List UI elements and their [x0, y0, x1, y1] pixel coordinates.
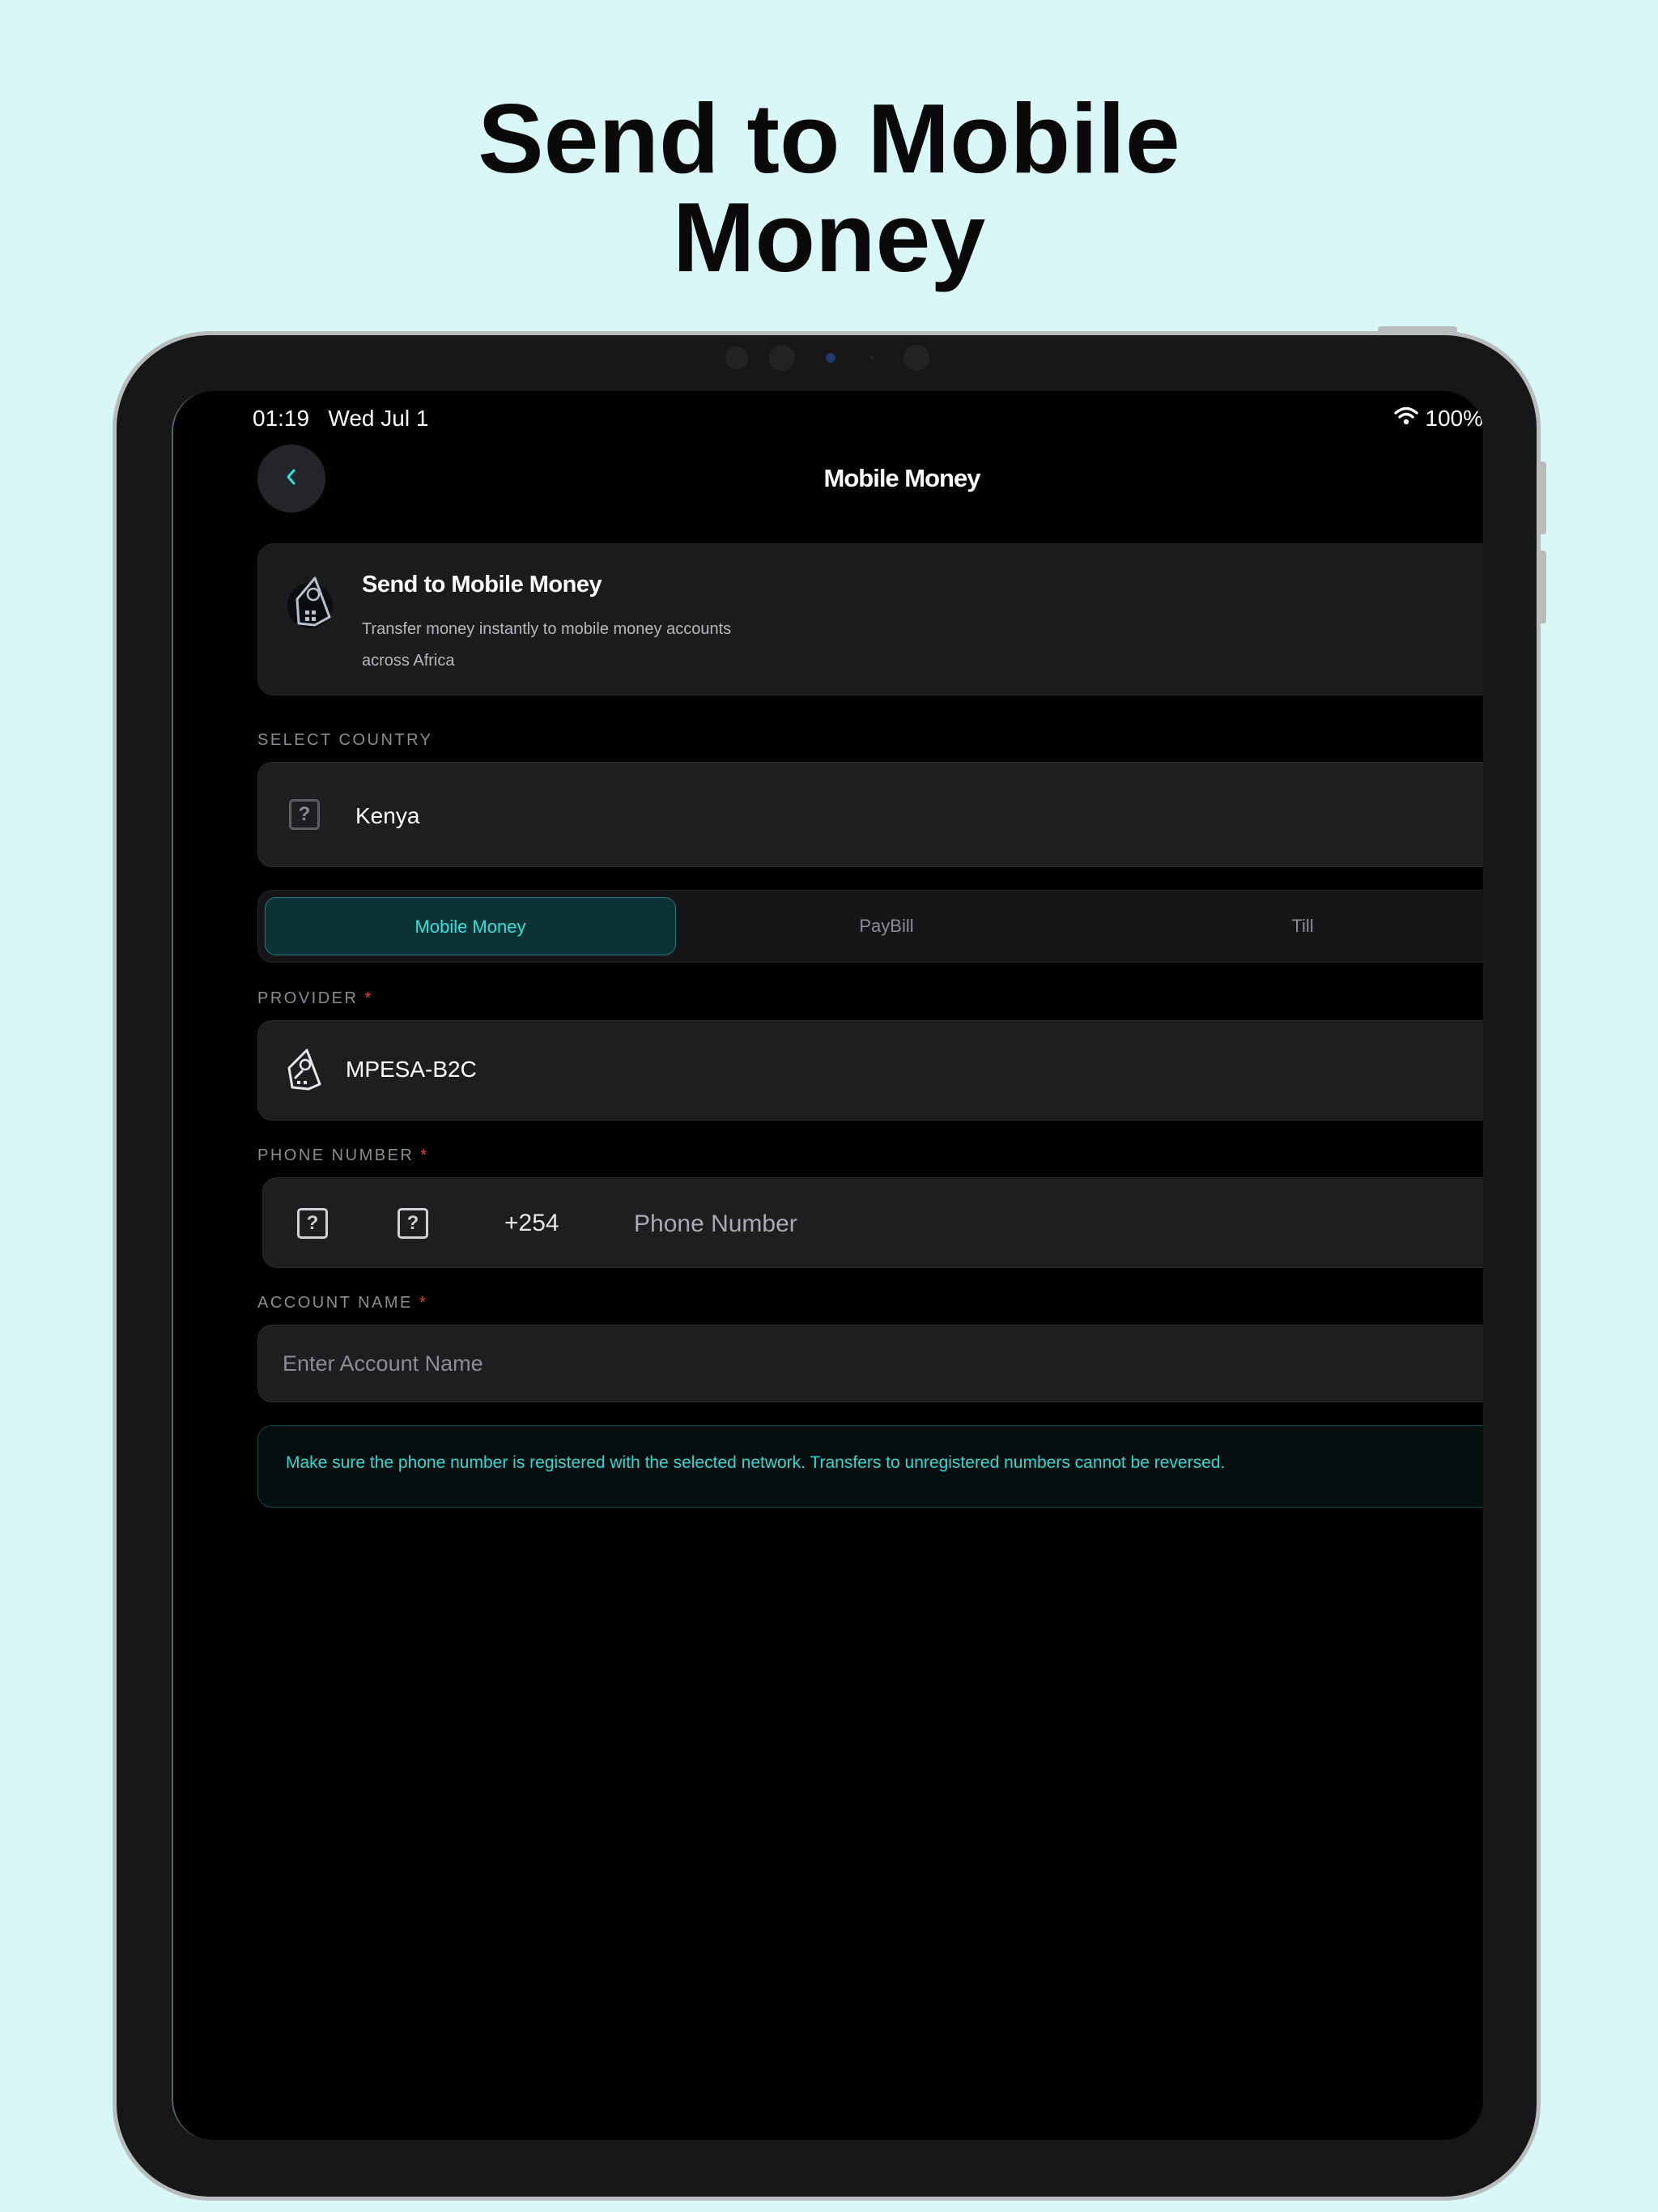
page-title: Mobile Money — [823, 464, 981, 492]
phone-label: PHONE NUMBER * — [257, 1146, 429, 1165]
country-label: SELECT COUNTRY — [257, 731, 433, 749]
volume-down-button — [1540, 551, 1546, 623]
camera-dot-2 — [769, 345, 795, 371]
status-date: Wed Jul 1 — [328, 406, 429, 431]
placeholder-flag-icon: ? — [289, 799, 320, 830]
phone-number-input[interactable]: Phone Number — [634, 1210, 797, 1238]
tab-mobile-money[interactable]: Mobile Money — [265, 897, 676, 955]
phone-label-text: PHONE NUMBER — [257, 1146, 414, 1164]
headline-line-1: Send to Mobile — [478, 83, 1180, 194]
placeholder-flag-icon[interactable]: ? — [397, 1208, 428, 1239]
info-notice: Make sure the phone number is registered… — [257, 1425, 1483, 1508]
money-bag-icon — [284, 1047, 326, 1096]
phone-field: ? ? +254 Phone Number — [262, 1177, 1483, 1268]
required-marker: * — [419, 1294, 428, 1312]
hero-title: Send to Mobile Money — [362, 572, 602, 598]
hero-subtitle-line-1: Transfer money instantly to mobile money… — [362, 620, 732, 638]
headline-line-2: Money — [672, 182, 986, 292]
wifi-icon — [1394, 406, 1419, 432]
status-time: 01:19 — [253, 406, 310, 431]
camera-dot-1 — [725, 347, 748, 369]
tab-till[interactable]: Till — [1097, 897, 1483, 955]
provider-value: MPESA-B2C — [346, 1057, 477, 1082]
volume-up-button — [1540, 462, 1546, 534]
required-marker: * — [420, 1146, 429, 1164]
headline: Send to Mobile Money — [0, 89, 1658, 287]
phone-country-code[interactable]: +254 — [504, 1210, 559, 1237]
account-label: ACCOUNT NAME * — [257, 1294, 427, 1312]
placeholder-flag-icon[interactable]: ? — [297, 1208, 328, 1239]
account-name-input[interactable]: Enter Account Name — [257, 1325, 1483, 1402]
transfer-type-tabs: Mobile Money PayBill Till — [257, 890, 1483, 963]
account-label-text: ACCOUNT NAME — [257, 1294, 413, 1312]
country-select[interactable]: ? Kenya — [257, 762, 1483, 867]
hero-card: Send to Mobile Money Transfer money inst… — [257, 543, 1483, 696]
camera-dot-3 — [826, 353, 835, 363]
provider-select[interactable]: MPESA-B2C — [257, 1020, 1483, 1121]
info-notice-text: Make sure the phone number is registered… — [286, 1453, 1226, 1472]
money-bag-icon — [287, 573, 339, 636]
hero-subtitle: Transfer money instantly to mobile money… — [362, 614, 731, 677]
status-time-date: 01:19 Wed Jul 1 — [253, 406, 428, 432]
provider-label: PROVIDER * — [257, 989, 373, 1008]
camera-dot-4 — [869, 355, 874, 360]
camera-dot-5 — [903, 345, 929, 371]
required-marker: * — [364, 989, 373, 1007]
tab-paybill[interactable]: PayBill — [681, 897, 1092, 955]
provider-label-text: PROVIDER — [257, 989, 359, 1007]
app-screen: 01:19 Wed Jul 1 100% Mobile Money Send t… — [172, 391, 1483, 2140]
account-name-placeholder: Enter Account Name — [283, 1351, 483, 1376]
country-value: Kenya — [355, 803, 420, 828]
status-right: 100% — [1394, 406, 1483, 432]
hero-subtitle-line-2: across Africa — [362, 652, 455, 670]
battery-percent: 100% — [1425, 406, 1483, 431]
